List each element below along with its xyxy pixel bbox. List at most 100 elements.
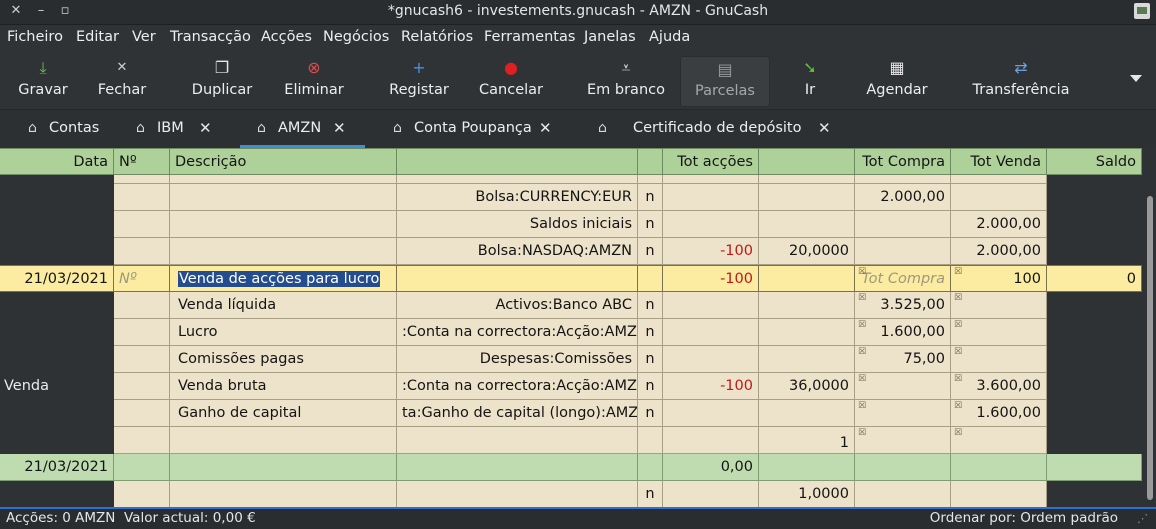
split-action[interactable]: Venda	[0, 373, 114, 400]
split-row[interactable]: Comissões pagas Despesas:Comissões n ☒ 75…	[0, 346, 1142, 373]
reconcile-flag[interactable]: n	[638, 400, 663, 427]
split-account[interactable]: Despesas:Comissões	[397, 346, 638, 373]
split-venda[interactable]: ☒	[951, 319, 1047, 346]
split-memo[interactable]: Lucro	[170, 319, 397, 346]
split-memo[interactable]: Venda bruta	[170, 373, 397, 400]
table-row[interactable]: Bolsa:CURRENCY:EUR n 2.000,00	[0, 184, 1142, 211]
split-button[interactable]: ▤ Parcelas	[680, 56, 770, 107]
split-account[interactable]: Saldos iniciais	[397, 211, 638, 238]
table-row[interactable]: Bolsa:NASDAQ:AMZN n -100 20,0000 2.000,0…	[0, 238, 1142, 265]
close-tab-icon[interactable]: ✕	[539, 119, 552, 137]
menu-ver[interactable]: Ver	[132, 29, 156, 45]
split-preco[interactable]: 1	[759, 427, 855, 454]
split-row[interactable]: Venda Venda bruta :Conta na correctora:A…	[0, 373, 1142, 400]
split-account[interactable]: :Conta na correctora:Acção:AMZN	[397, 373, 638, 400]
duplicate-button[interactable]: ❐ Duplicar	[186, 51, 258, 109]
split-venda[interactable]: ☒ 3.600,00	[951, 373, 1047, 400]
transaction-date[interactable]: 21/03/2021	[0, 265, 114, 292]
table-row[interactable]: Saldos iniciais n 2.000,00	[0, 211, 1142, 238]
transaction-num[interactable]: Nº	[114, 265, 170, 292]
blank-date[interactable]: 21/03/2021	[0, 454, 114, 481]
menu-transaccao[interactable]: Transacção	[170, 29, 251, 45]
reconcile-flag[interactable]: n	[638, 211, 663, 238]
split-action[interactable]	[114, 292, 170, 319]
split-row[interactable]: Lucro :Conta na correctora:Acção:AMZN n …	[0, 319, 1142, 346]
tab-ibm[interactable]: ⌂ IBM ✕	[136, 110, 216, 148]
menu-janelas[interactable]: Janelas	[584, 29, 636, 45]
split-row[interactable]: Ganho de capital ta:Ganho de capital (lo…	[0, 400, 1142, 427]
delete-button[interactable]: ⊗ Eliminar	[280, 51, 348, 109]
reconcile-flag[interactable]: n	[638, 238, 663, 265]
split-action[interactable]	[114, 319, 170, 346]
blank-button[interactable]: ⩡ Em branco	[584, 51, 668, 109]
total-venda[interactable]: ☒ 100	[951, 265, 1047, 292]
split-memo[interactable]: Comissões pagas	[170, 346, 397, 373]
total-compra[interactable]: ☒ Tot Compra	[855, 265, 951, 292]
description-field[interactable]: Venda de acções para lucro	[170, 265, 397, 292]
split-account[interactable]: ta:Ganho de capital (longo):AMZN	[397, 400, 638, 427]
reconcile-flag[interactable]: n	[638, 481, 663, 508]
split-accoes[interactable]: -100	[663, 238, 759, 265]
close-button[interactable]: ✕ Fechar	[92, 51, 152, 109]
scrollbar-thumb[interactable]	[1147, 196, 1153, 500]
tab-contas[interactable]: ⌂ Contas	[28, 110, 118, 148]
split-compra[interactable]: ☒ 1.600,00	[855, 319, 951, 346]
split-venda[interactable]: 2.000,00	[951, 238, 1047, 265]
blank-split-row[interactable]: n 1,0000	[0, 481, 1142, 508]
reconcile-flag[interactable]: n	[638, 373, 663, 400]
split-preco[interactable]: 20,0000	[759, 238, 855, 265]
tab-certificado-deposito[interactable]: ⌂ Certificado de depósito ✕	[598, 110, 838, 148]
split-account[interactable]: Activos:Banco ABC	[397, 292, 638, 319]
split-venda[interactable]: 2.000,00	[951, 211, 1047, 238]
split-row[interactable]: Venda líquida Activos:Banco ABC n ☒ 3.525…	[0, 292, 1142, 319]
blank-transaction-row[interactable]: 21/03/2021 0,00	[0, 454, 1142, 481]
jump-button[interactable]: ➘ Ir	[790, 51, 830, 109]
close-tab-icon[interactable]: ✕	[333, 119, 346, 137]
menu-ficheiro[interactable]: Ficheiro	[7, 29, 63, 45]
split-compra[interactable]: 2.000,00	[855, 184, 951, 211]
split-compra[interactable]: ☒ 75,00	[855, 346, 951, 373]
split-account[interactable]: :Conta na correctora:Acção:AMZN	[397, 319, 638, 346]
cancel-button[interactable]: ● Cancelar	[476, 51, 546, 109]
record-button[interactable]: + Registar	[386, 51, 452, 109]
split-compra[interactable]: ☒	[855, 400, 951, 427]
split-account[interactable]: Bolsa:CURRENCY:EUR	[397, 184, 638, 211]
split-venda[interactable]: ☒	[951, 427, 1047, 454]
split-memo[interactable]: Ganho de capital	[170, 400, 397, 427]
split-compra[interactable]: ☒ 3.525,00	[855, 292, 951, 319]
split-preco[interactable]: 1,0000	[759, 481, 855, 508]
menu-negocios[interactable]: Negócios	[323, 29, 389, 45]
split-action[interactable]	[114, 346, 170, 373]
reconcile-flag[interactable]: n	[638, 292, 663, 319]
split-venda[interactable]: ☒	[951, 292, 1047, 319]
split-row[interactable]: 1 ☒ ☒	[0, 427, 1142, 454]
menu-editar[interactable]: Editar	[76, 29, 119, 45]
reconcile-flag[interactable]: n	[638, 346, 663, 373]
split-accoes[interactable]: -100	[663, 373, 759, 400]
split-account[interactable]: Bolsa:NASDAQ:AMZN	[397, 238, 638, 265]
resize-grip-icon[interactable]: ⋰	[1137, 512, 1148, 525]
vertical-scrollbar[interactable]	[1143, 148, 1156, 508]
tab-conta-poupanca[interactable]: ⌂ Conta Poupança ✕	[393, 110, 563, 148]
menu-accoes[interactable]: Acções	[261, 29, 312, 45]
close-tab-icon[interactable]: ✕	[818, 119, 831, 137]
schedule-button[interactable]: ▦ Agendar	[864, 51, 930, 109]
current-transaction-row[interactable]: 21/03/2021 Nº Venda de acções para lucro…	[0, 265, 1142, 292]
transfer-button[interactable]: ⇄ Transferência	[970, 51, 1072, 109]
split-venda[interactable]: ☒	[951, 346, 1047, 373]
save-button[interactable]: ⤓ Gravar	[12, 51, 74, 109]
split-memo[interactable]: Venda líquida	[170, 292, 397, 319]
table-row[interactable]	[0, 175, 1142, 184]
split-venda[interactable]: ☒ 1.600,00	[951, 400, 1047, 427]
tab-amzn[interactable]: ⌂ AMZN ✕	[240, 110, 365, 148]
split-preco[interactable]: 36,0000	[759, 373, 855, 400]
split-compra[interactable]: ☒	[855, 373, 951, 400]
split-compra[interactable]: ☒	[855, 427, 951, 454]
toolbar-overflow-icon[interactable]	[1130, 75, 1142, 82]
reconcile-flag[interactable]: n	[638, 319, 663, 346]
menu-ferramentas[interactable]: Ferramentas	[484, 29, 575, 45]
menu-relatorios[interactable]: Relatórios	[401, 29, 473, 45]
reconcile-flag[interactable]: n	[638, 184, 663, 211]
split-action[interactable]	[114, 400, 170, 427]
menu-ajuda[interactable]: Ajuda	[649, 29, 690, 45]
